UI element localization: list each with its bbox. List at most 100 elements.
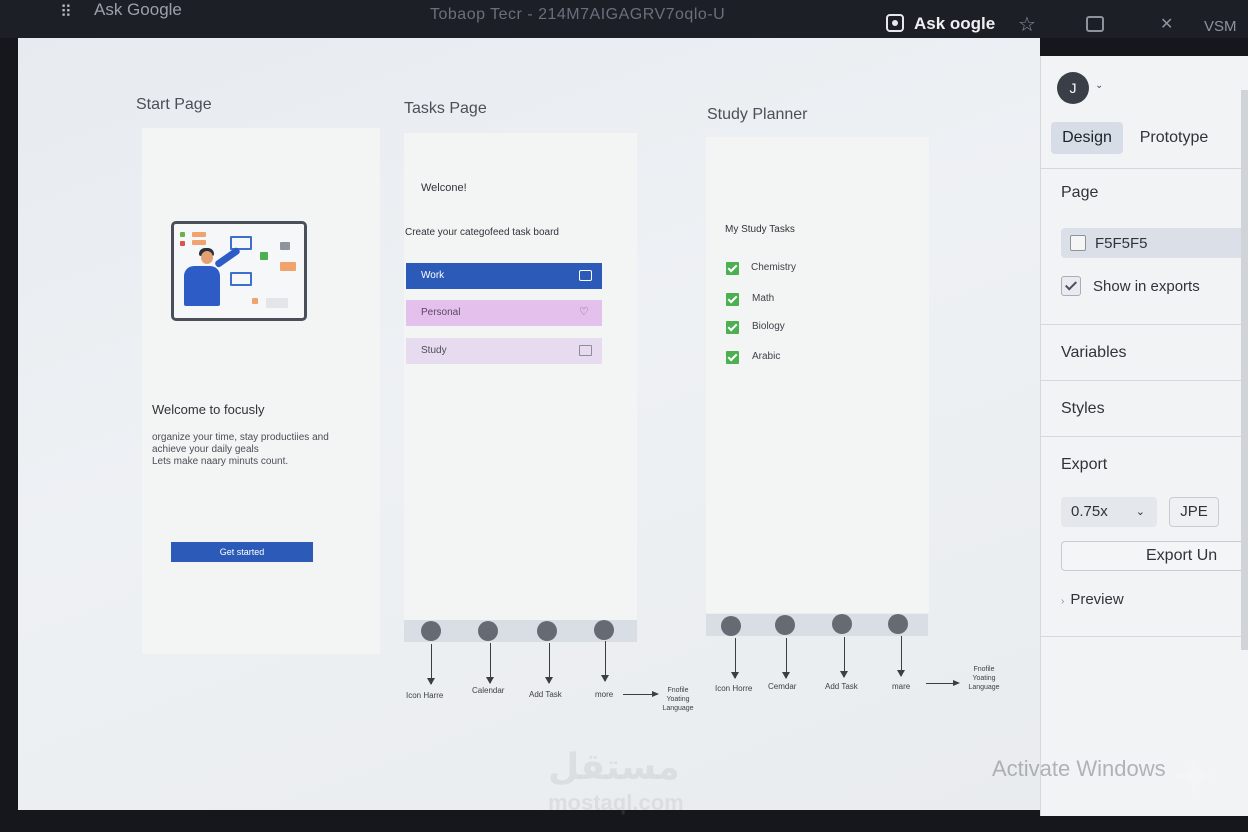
nav-label-more: more [595, 690, 614, 699]
frame-study-planner[interactable] [706, 137, 929, 613]
lens-icon[interactable] [886, 14, 904, 32]
apps-grid-icon[interactable]: ⠿ [60, 2, 78, 21]
watermark-arabic: مستقل [548, 746, 680, 787]
show-in-exports-checkbox[interactable] [1061, 276, 1081, 296]
ask-google-label[interactable]: Ask Google [94, 0, 182, 20]
heart-icon: ♡ [579, 306, 589, 318]
checkbox-checked[interactable] [726, 351, 739, 364]
nav-add-task-icon[interactable] [832, 614, 852, 634]
welcome-body: organize your time, stay productiies and… [152, 432, 352, 468]
study-tasks-heading: My Study Tasks [725, 224, 795, 235]
export-scale-value: 0.75x [1071, 503, 1108, 520]
bookmark-star-icon[interactable]: ☆ [1018, 12, 1036, 37]
page-color-field[interactable]: F5F5F5 [1061, 228, 1248, 258]
tasks-welcome: Welcone! [421, 182, 467, 194]
book-icon [579, 345, 592, 356]
profile-note-left: Fnofile Yoating Language [648, 686, 708, 713]
frame-title-study[interactable]: Study Planner [707, 106, 808, 124]
properties-panel: J ⌄ Design Prototype Page F5F5F5 Show in… [1040, 56, 1248, 816]
welcome-heading: Welcome to focusly [152, 402, 265, 417]
nav-calendar-icon[interactable] [478, 621, 498, 641]
category-personal[interactable]: Personal ♡ [406, 300, 602, 326]
category-personal-label: Personal [421, 307, 461, 318]
profile-note-line: Fnofile [973, 666, 995, 673]
study-item-arabic: Arabic [752, 351, 781, 362]
nav-add-task-icon[interactable] [537, 621, 557, 641]
category-study-label: Study [421, 345, 447, 356]
profile-note-line: Fnofile [667, 687, 689, 694]
export-button[interactable]: Export Un [1061, 541, 1248, 571]
nav-home-icon[interactable] [721, 616, 741, 636]
sparkle-icon [1174, 756, 1214, 796]
checkbox-icon [579, 270, 592, 281]
nav-more-icon[interactable] [594, 620, 614, 640]
profile-note-line: Yoating [972, 675, 996, 682]
show-in-exports-label: Show in exports [1093, 278, 1200, 295]
section-page: Page [1061, 184, 1099, 201]
profile-note-right: Fnofile Yoating Language [954, 665, 1014, 692]
study-item-math: Math [752, 293, 775, 304]
tab-prototype[interactable]: Prototype [1129, 122, 1219, 154]
watermark-english: mostaql.com [548, 790, 684, 815]
welcome-line-1: organize your time, stay productiies and [152, 432, 329, 443]
section-export: Export [1061, 456, 1108, 473]
illustration-person-board [171, 221, 307, 321]
arrow-down-icon [545, 643, 553, 684]
tab-design[interactable]: Design [1051, 122, 1123, 154]
welcome-line-3: Lets make naary minuts count. [152, 456, 289, 467]
study-item-biology: Biology [752, 321, 785, 332]
ask-google-button[interactable]: Ask oogle [914, 14, 995, 34]
get-started-button[interactable]: Get started [171, 542, 313, 562]
nav-label-calendar: Cemdar [768, 682, 797, 691]
nav-label-calendar: Calendar [472, 686, 505, 695]
close-icon[interactable]: ✕ [1160, 14, 1173, 34]
profile-note-line: Language [968, 684, 1000, 691]
category-work-label: Work [421, 270, 445, 281]
frame-title-tasks[interactable]: Tasks Page [404, 100, 487, 118]
preview-toggle[interactable]: › Preview [1061, 591, 1124, 608]
page-color-value[interactable]: F5F5F5 [1095, 235, 1148, 252]
user-avatar[interactable]: J [1057, 72, 1089, 104]
nav-label-add-task: Add Task [529, 690, 562, 699]
window-icon[interactable] [1086, 16, 1104, 32]
nav-calendar-icon[interactable] [775, 615, 795, 635]
arrow-down-icon [601, 641, 609, 682]
frame-start-page[interactable] [142, 128, 380, 654]
checkbox-checked[interactable] [726, 293, 739, 306]
browser-toolbar: ⠿ Ask Google Tobaop Tecr - 214M7AIGAGRV7… [0, 0, 1248, 38]
divider [1041, 324, 1248, 325]
export-format-button[interactable]: JPE [1169, 497, 1219, 527]
profile-note-line: Yoating [666, 696, 690, 703]
arrow-down-icon [486, 643, 494, 684]
chevron-right-icon: › [1061, 596, 1065, 607]
profile-text[interactable]: VSM [1204, 18, 1237, 35]
preview-label: Preview [1070, 591, 1124, 608]
arrow-down-icon [427, 644, 435, 685]
color-swatch[interactable] [1070, 235, 1086, 251]
frame-tasks-page[interactable] [404, 133, 637, 621]
arrow-down-icon [731, 638, 739, 679]
welcome-line-2: achieve your daily geals [152, 444, 259, 455]
chevron-down-icon[interactable]: ⌄ [1095, 80, 1103, 91]
divider [1041, 380, 1248, 381]
nav-home-icon[interactable] [421, 621, 441, 641]
category-study[interactable]: Study [406, 338, 602, 364]
category-work[interactable]: Work [406, 263, 602, 289]
panel-scrollbar[interactable] [1241, 90, 1248, 650]
chevron-down-icon: ⌄ [1135, 506, 1145, 518]
divider [1041, 436, 1248, 437]
nav-more-icon[interactable] [888, 614, 908, 634]
arrow-down-icon [782, 638, 790, 679]
nav-label-home: Icon Horre [715, 684, 753, 693]
divider [1041, 636, 1248, 637]
section-variables[interactable]: Variables [1061, 344, 1127, 362]
tasks-subtitle: Create your categofeed task board [405, 227, 559, 238]
checkbox-checked[interactable] [726, 262, 739, 275]
nav-label-add-task: Add Task [825, 682, 858, 691]
section-styles[interactable]: Styles [1061, 400, 1105, 418]
nav-label-home: Icon Harre [406, 691, 444, 700]
frame-title-start[interactable]: Start Page [136, 96, 212, 114]
export-scale-select[interactable]: 0.75x ⌄ [1061, 497, 1157, 527]
divider [1041, 168, 1248, 169]
checkbox-checked[interactable] [726, 321, 739, 334]
